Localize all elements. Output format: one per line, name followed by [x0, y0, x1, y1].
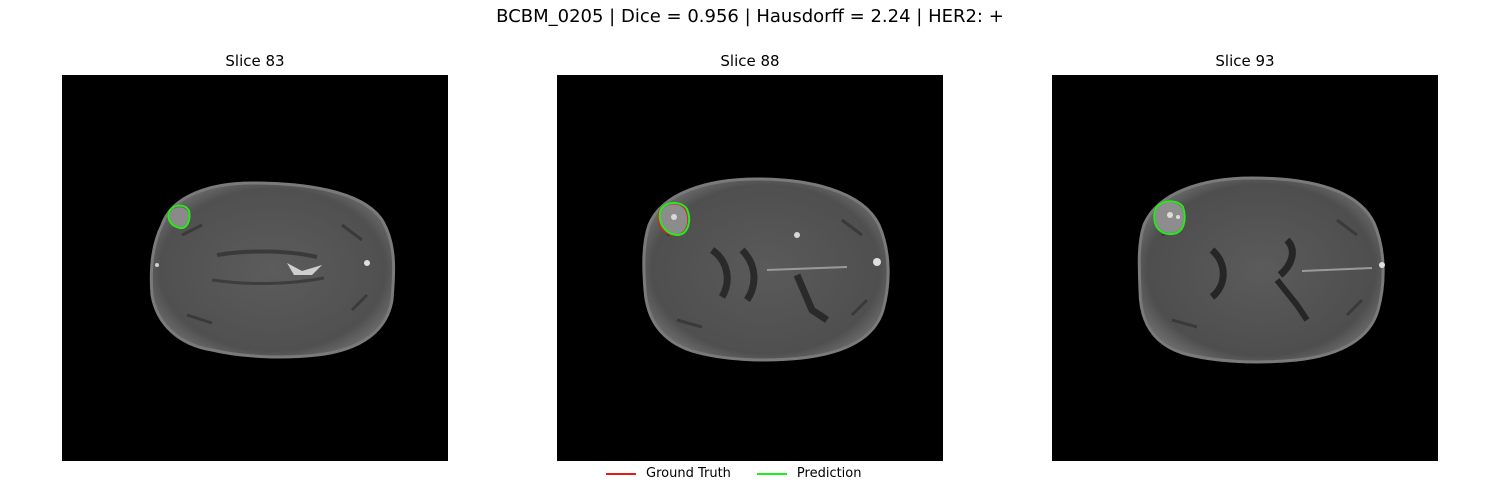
- panel-title: Slice 93: [1215, 52, 1275, 70]
- panel-slice-83: Slice 83: [62, 50, 448, 461]
- legend-label: Ground Truth: [646, 466, 731, 481]
- prediction-swatch: [756, 472, 787, 475]
- legend-label: Prediction: [796, 466, 862, 481]
- ground-truth-swatch: [606, 472, 636, 475]
- panel-slice-93: Slice 93: [1052, 50, 1438, 461]
- panel-title: Slice 83: [225, 52, 285, 70]
- legend: Ground Truth Prediction: [606, 466, 888, 481]
- panel-title: Slice 88: [720, 52, 780, 70]
- figure-title: BCBM_0205 | Dice = 0.956 | Hausdorff = 2…: [496, 6, 1004, 27]
- panel-slice-88: Slice 88: [557, 50, 943, 461]
- legend-item-prediction: Prediction: [756, 466, 862, 481]
- mri-image: [557, 75, 943, 461]
- mri-image: [62, 75, 448, 461]
- mri-image: [1052, 75, 1438, 461]
- legend-item-ground-truth: Ground Truth: [606, 466, 731, 481]
